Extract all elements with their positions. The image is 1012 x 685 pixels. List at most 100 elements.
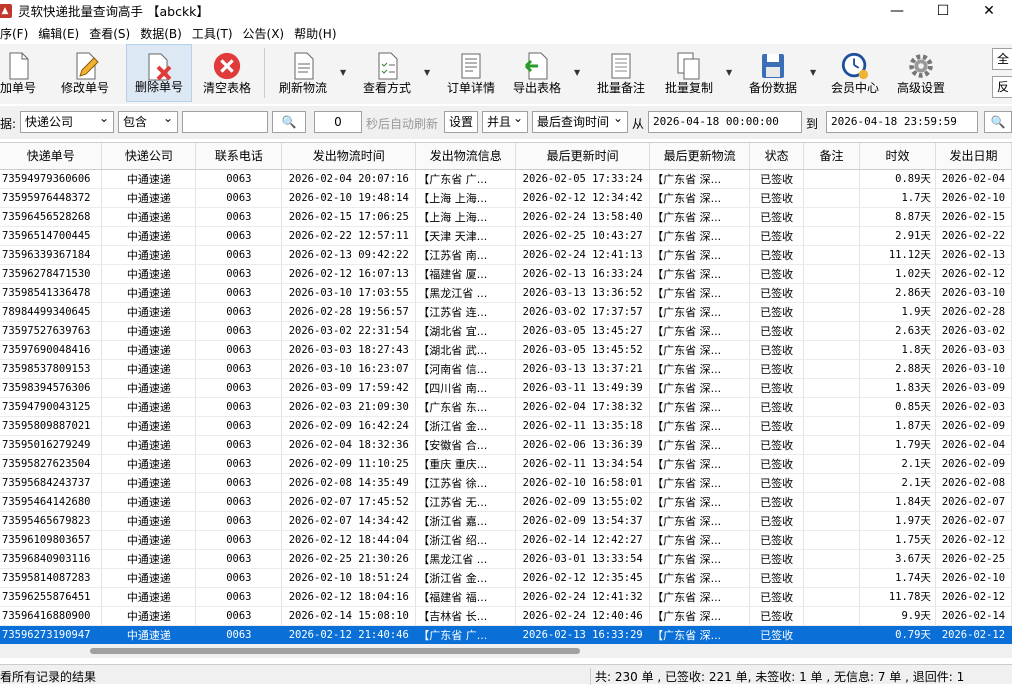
logic-select[interactable]: 并且	[482, 111, 528, 133]
column-header[interactable]: 发出物流时间	[281, 143, 417, 170]
column-header[interactable]: 发出日期	[935, 143, 1012, 170]
table-row[interactable]: 73596514700445 中通速递 0063 2026-02-22 12:57:1…	[0, 226, 1012, 246]
menu-edit[interactable]: 编辑(E)	[38, 25, 79, 42]
table-row[interactable]: 73596255876451 中通速递 0063 2026-02-12 18:04:1…	[0, 587, 1012, 607]
column-header[interactable]: 状态	[749, 143, 805, 170]
table-cell: 73596273190947	[0, 625, 103, 645]
table-row[interactable]: 73596840903116 中通速递 0063 2026-02-25 21:30:2…	[0, 549, 1012, 569]
table-cell: 2026-02-14 15:08:10	[281, 606, 417, 626]
menu-notice[interactable]: 公告(X)	[243, 25, 285, 42]
column-header[interactable]: 最后更新时间	[515, 143, 651, 170]
select-all-button[interactable]: 全	[992, 48, 1012, 70]
search-button[interactable]: 🔍	[272, 111, 306, 133]
export-dropdown-icon[interactable]: ▼	[574, 68, 580, 77]
table-row[interactable]: 73595814087283 中通速递 0063 2026-02-10 18:51:2…	[0, 568, 1012, 588]
table-row[interactable]: 73595465679823 中通速递 0063 2026-02-07 14:34:4…	[0, 511, 1012, 531]
table-row[interactable]: 73596273190947 中通速递 0063 2026-02-12 21:40:4…	[0, 625, 1012, 645]
table-cell: 73598541336478	[0, 283, 103, 303]
minimize-button[interactable]: —	[874, 0, 920, 21]
horizontal-scrollbar[interactable]	[0, 644, 1012, 658]
table-cell: 【广东省 深...	[649, 549, 751, 569]
table-cell: 2026-02-04	[935, 435, 1012, 455]
table-row[interactable]: 78984499340645 中通速递 0063 2026-02-28 19:56:5…	[0, 302, 1012, 322]
add-button[interactable]: 加单号	[0, 44, 44, 102]
checklist-icon	[378, 52, 398, 80]
table-cell: 【广东省 深...	[649, 226, 751, 246]
column-header[interactable]: 快递单号	[0, 143, 103, 170]
backup-dropdown-icon[interactable]: ▼	[810, 68, 816, 77]
table-cell: 2026-02-12 18:44:04	[281, 530, 417, 550]
column-header[interactable]: 最后更新物流	[649, 143, 751, 170]
table-row[interactable]: 73598537809153 中通速递 0063 2026-03-10 16:23:0…	[0, 359, 1012, 379]
from-date-input[interactable]: 2026-04-18 00:00:00	[648, 111, 802, 133]
view-mode-button[interactable]: 查看方式	[358, 44, 416, 102]
menu-bar: 序(F) 编辑(E) 查看(S) 数据(B) 工具(T) 公告(X) 帮助(H)	[0, 23, 347, 43]
member-center-button[interactable]: 会员中心	[826, 44, 884, 102]
edit-button[interactable]: 修改单号	[56, 44, 114, 102]
export-button[interactable]: 导出表格	[508, 44, 566, 102]
table-row[interactable]: 73596416880900 中通速递 0063 2026-02-14 15:08:1…	[0, 606, 1012, 626]
table-row[interactable]: 73595976448372 中通速递 0063 2026-02-10 19:48:1…	[0, 188, 1012, 208]
filter-value-input[interactable]	[182, 111, 268, 133]
table-cell: 73596339367184	[0, 245, 103, 265]
table-cell: 已签收	[749, 625, 805, 645]
table-cell: 【广东省 深...	[649, 530, 751, 550]
table-row[interactable]: 73595464142680 中通速递 0063 2026-02-07 17:45:5…	[0, 492, 1012, 512]
delete-button[interactable]: 删除单号	[126, 44, 192, 102]
table-row[interactable]: 73596456528268 中通速递 0063 2026-02-15 17:06:2…	[0, 207, 1012, 227]
refresh-dropdown-icon[interactable]: ▼	[340, 68, 346, 77]
date-search-button[interactable]: 🔍	[984, 111, 1012, 133]
table-cell: 已签收	[749, 264, 805, 284]
copy-dropdown-icon[interactable]: ▼	[726, 68, 732, 77]
table-row[interactable]: 73598541336478 中通速递 0063 2026-03-10 17:03:5…	[0, 283, 1012, 303]
menu-file[interactable]: 序(F)	[0, 25, 28, 42]
menu-data[interactable]: 数据(B)	[140, 25, 182, 42]
batch-note-button[interactable]: 批量备注	[592, 44, 650, 102]
table-row[interactable]: 73594979360606 中通速递 0063 2026-02-04 20:07:1…	[0, 169, 1012, 189]
table-row[interactable]: 73598394576306 中通速递 0063 2026-03-09 17:59:4…	[0, 378, 1012, 398]
settings-button[interactable]: 设置	[444, 111, 478, 133]
filter-operator-select[interactable]: 包含	[118, 111, 178, 133]
column-header[interactable]: 联系电话	[195, 143, 283, 170]
maximize-button[interactable]: ☐	[920, 0, 966, 21]
column-header[interactable]: 快递公司	[101, 143, 197, 170]
close-button[interactable]: ✕	[966, 0, 1012, 21]
column-header[interactable]: 备注	[803, 143, 860, 170]
table-row[interactable]: 73596109803657 中通速递 0063 2026-02-12 18:44:0…	[0, 530, 1012, 550]
batch-copy-button[interactable]: 批量复制	[660, 44, 718, 102]
table-row[interactable]: 73595016279249 中通速递 0063 2026-02-04 18:32:3…	[0, 435, 1012, 455]
table-row[interactable]: 73596278471530 中通速递 0063 2026-02-12 16:07:1…	[0, 264, 1012, 284]
scrollbar-thumb[interactable]	[90, 648, 580, 654]
menu-view[interactable]: 查看(S)	[89, 25, 130, 42]
time-field-select[interactable]: 最后查询时间	[532, 111, 628, 133]
table-row[interactable]: 73597527639763 中通速递 0063 2026-03-02 22:31:5…	[0, 321, 1012, 341]
clear-table-button[interactable]: 清空表格	[198, 44, 256, 102]
table-row[interactable]: 73596339367184 中通速递 0063 2026-02-13 09:42:2…	[0, 245, 1012, 265]
table-cell: 中通速递	[101, 264, 197, 284]
table-row[interactable]: 73597690048416 中通速递 0063 2026-03-03 18:27:4…	[0, 340, 1012, 360]
table-row[interactable]: 73595827623504 中通速递 0063 2026-02-09 11:10:2…	[0, 454, 1012, 474]
table-cell: 已签收	[749, 245, 805, 265]
table-cell: 【浙江省 绍...	[415, 530, 517, 550]
backup-button[interactable]: 备份数据	[744, 44, 802, 102]
to-date-input[interactable]: 2026-04-18 23:59:59	[826, 111, 978, 133]
auto-refresh-label: 秒后自动刷新	[366, 117, 439, 131]
refresh-button[interactable]: 刷新物流	[274, 44, 332, 102]
filter-field-select[interactable]: 快递公司	[20, 111, 114, 133]
menu-help[interactable]: 帮助(H)	[294, 25, 336, 42]
table-row[interactable]: 73595809887021 中通速递 0063 2026-02-09 16:42:2…	[0, 416, 1012, 436]
table-row[interactable]: 73594790043125 中通速递 0063 2026-02-03 21:09:3…	[0, 397, 1012, 417]
column-header[interactable]: 时效	[859, 143, 936, 170]
view-dropdown-icon[interactable]: ▼	[424, 68, 430, 77]
table-cell: 已签收	[749, 454, 805, 474]
table-cell: 【广东省 深...	[649, 321, 751, 341]
column-header[interactable]: 发出物流信息	[415, 143, 517, 170]
advanced-settings-button[interactable]: 高级设置	[892, 44, 950, 102]
table-cell: 中通速递	[101, 302, 197, 322]
refresh-seconds-input[interactable]: 0	[314, 111, 362, 133]
menu-tools[interactable]: 工具(T)	[192, 25, 233, 42]
table-cell: 1.02天	[859, 264, 936, 284]
invert-selection-button[interactable]: 反	[992, 76, 1012, 98]
order-detail-button[interactable]: 订单详情	[442, 44, 500, 102]
table-row[interactable]: 73595684243737 中通速递 0063 2026-02-08 14:35:4…	[0, 473, 1012, 493]
